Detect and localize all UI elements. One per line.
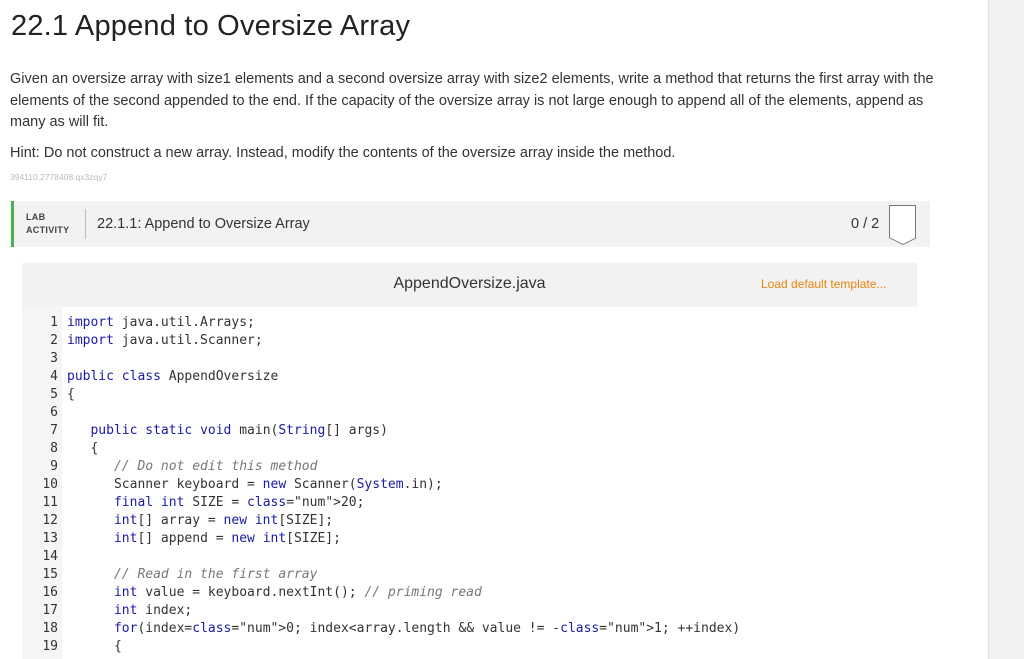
load-default-template-link[interactable]: Load default template...: [761, 277, 886, 291]
right-sidebar-strip: [988, 0, 1024, 659]
code-line[interactable]: 7 public static void main(String[] args): [22, 422, 917, 440]
code-line[interactable]: 8 {: [22, 440, 917, 458]
lab-activity-label: LAB ACTIVITY: [26, 211, 69, 237]
code-line[interactable]: 6: [22, 404, 917, 422]
code-text: // Read in the first array: [113, 567, 318, 582]
lab-divider: [85, 209, 86, 239]
line-number: 2: [50, 333, 58, 348]
code-line[interactable]: 19 {: [22, 638, 917, 656]
line-number: 3: [50, 351, 58, 366]
line-number: 9: [50, 459, 58, 474]
code-text: public class AppendOversize: [67, 369, 279, 384]
code-line[interactable]: 13 int[] append = new int[SIZE];: [22, 530, 917, 548]
code-editor[interactable]: 1 import java.util.Arrays; 2 import java.ut…: [22, 307, 917, 659]
code-text: Scanner keyboard = new Scanner(System.in…: [67, 477, 443, 492]
lab-activity-name: 22.1.1: Append to Oversize Array: [97, 216, 310, 232]
line-number: 19: [42, 639, 58, 654]
code-text: // Do not edit this method: [113, 459, 318, 474]
lab-label-line1: LAB: [26, 212, 46, 222]
code-line[interactable]: 16 int value = keyboard.nextInt(); // pr…: [22, 584, 917, 602]
code-text: import java.util.Scanner;: [67, 333, 263, 348]
code-line[interactable]: 4 public class AppendOversize: [22, 368, 917, 386]
code-text: {: [67, 441, 99, 456]
code-line[interactable]: 2 import java.util.Scanner;: [22, 332, 917, 350]
code-editor-panel: AppendOversize.java Load default templat…: [22, 263, 917, 659]
line-number: 12: [42, 513, 58, 528]
code-text: {: [67, 387, 75, 402]
code-line[interactable]: 15 // Read in the first array: [22, 566, 917, 584]
line-number: 14: [42, 549, 58, 564]
line-number: 10: [42, 477, 58, 492]
problem-description: Given an oversize array with size1 eleme…: [10, 71, 934, 130]
hint-text: Hint: Do not construct a new array. Inst…: [10, 145, 676, 161]
completion-badge-icon: [889, 205, 917, 245]
code-line[interactable]: 3: [22, 350, 917, 368]
code-line[interactable]: 10 Scanner keyboard = new Scanner(System…: [22, 476, 917, 494]
page-title: 22.1 Append to Oversize Array: [11, 10, 411, 42]
line-number: 7: [50, 423, 58, 438]
code-line[interactable]: 14: [22, 548, 917, 566]
line-number: 15: [42, 567, 58, 582]
line-number: 18: [42, 621, 58, 636]
code-text: public static void main(String[] args): [90, 423, 388, 438]
line-number: 17: [42, 603, 58, 618]
completion-badge-inner: [891, 238, 915, 244]
code-text: import java.util.Arrays;: [67, 315, 255, 330]
lab-label-line2: ACTIVITY: [26, 225, 70, 235]
line-number: 11: [42, 495, 58, 510]
code-line[interactable]: 17 int index;: [22, 602, 917, 620]
score-counter: 0 / 2: [851, 216, 880, 232]
code-text: int[] append = new int[SIZE];: [113, 531, 341, 546]
line-number: 6: [50, 405, 58, 420]
code-text: int value = keyboard.nextInt(); // primi…: [113, 585, 482, 600]
code-text: int[] array = new int[SIZE];: [113, 513, 334, 528]
line-number: 4: [50, 369, 58, 384]
code-text: final int SIZE = class="num">20;: [113, 495, 365, 510]
code-line[interactable]: 9 // Do not edit this method: [22, 458, 917, 476]
main-content: 22.1 Append to Oversize Array Given an o…: [0, 0, 988, 659]
line-number: 1: [50, 315, 58, 330]
code-line[interactable]: 11 final int SIZE = class="num">20;: [22, 494, 917, 512]
line-number: 13: [42, 531, 58, 546]
code-text: {: [67, 639, 122, 654]
activity-code-id: 394110.2778408.qx3zqy7: [10, 172, 108, 182]
code-line[interactable]: 12 int[] array = new int[SIZE];: [22, 512, 917, 530]
code-line[interactable]: 18 for(index=class="num">0; index<array.…: [22, 620, 917, 638]
code-line[interactable]: 5{: [22, 386, 917, 404]
line-number: 16: [42, 585, 58, 600]
line-number: 5: [50, 387, 58, 402]
lab-activity-header: LAB ACTIVITY 22.1.1: Append to Oversize …: [11, 201, 930, 247]
code-text: for(index=class="num">0; index<array.len…: [113, 621, 741, 636]
line-number: 8: [50, 441, 58, 456]
code-text: int index;: [113, 603, 193, 618]
code-line[interactable]: 1 import java.util.Arrays;: [22, 314, 917, 332]
